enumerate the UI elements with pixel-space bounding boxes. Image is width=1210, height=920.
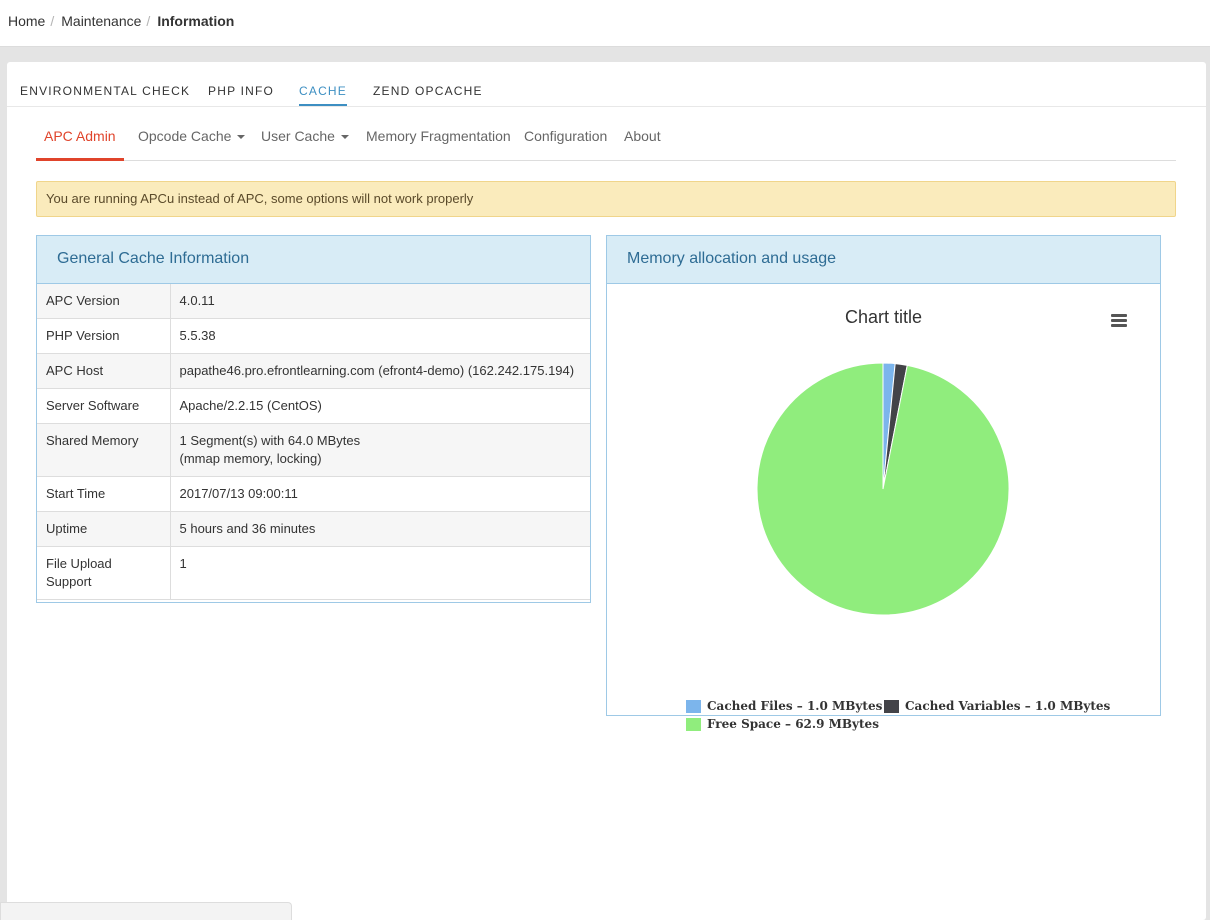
row-key: Start Time [37, 476, 171, 512]
alert-text: You are running APCu instead of APC, som… [46, 191, 474, 206]
row-value: 1 Segment(s) with 64.0 MBytes (mmap memo… [170, 423, 590, 477]
breadcrumb-separator: / [146, 13, 151, 29]
row-key: Server Software [37, 388, 171, 424]
table-row: Server Software Apache/2.2.15 (CentOS) [37, 388, 590, 424]
panel-title: Memory allocation and usage [607, 236, 1160, 284]
subtab-label: About [624, 128, 661, 144]
main-card: ENVIRONMENTAL CHECK PHP INFO CACHE ZEND … [7, 62, 1206, 920]
pie-slice-free-space[interactable] [756, 362, 1010, 616]
subtab-about[interactable]: About [616, 118, 669, 161]
row-key: APC Version [37, 284, 171, 319]
caret-down-icon [237, 135, 246, 139]
legend-item-cached-variables[interactable]: Cached Variables – 1.0 MBytes [884, 699, 1110, 713]
pie-chart [756, 362, 1010, 616]
legend-swatch [686, 699, 701, 713]
breadcrumb-home[interactable]: Home [8, 13, 45, 29]
subtab-label: User Cache [261, 128, 335, 144]
breadcrumb-separator: / [50, 13, 55, 29]
panel-title: General Cache Information [37, 236, 590, 284]
subtab-label: APC Admin [44, 128, 116, 144]
row-key: Shared Memory [37, 423, 171, 477]
row-value-line: 1 Segment(s) with 64.0 MBytes [179, 433, 361, 448]
breadcrumb: Home / Maintenance / Information [8, 13, 234, 29]
legend-item-free-space[interactable]: Free Space – 62.9 MBytes [686, 717, 879, 731]
legend-label: Cached Files – 1.0 MBytes [707, 699, 883, 713]
breadcrumb-current: Information [157, 13, 235, 29]
row-value: papathe46.pro.efrontlearning.com (efront… [170, 353, 590, 389]
row-key: Uptime [37, 511, 171, 547]
row-value: 2017/07/13 09:00:11 [170, 476, 590, 512]
table-row: APC Host papathe46.pro.efrontlearning.co… [37, 353, 590, 389]
subtab-configuration[interactable]: Configuration [516, 118, 615, 161]
table-row: Shared Memory 1 Segment(s) with 64.0 MBy… [37, 423, 590, 477]
legend-item-cached-files[interactable]: Cached Files – 1.0 MBytes [686, 699, 882, 713]
top-bar: Home / Maintenance / Information [0, 0, 1210, 47]
subtab-label: Memory Fragmentation [366, 128, 511, 144]
row-value: 5 hours and 36 minutes [170, 511, 590, 547]
apcu-warning-alert: You are running APCu instead of APC, som… [36, 181, 1176, 217]
legend-swatch [686, 717, 701, 731]
bottom-status-tab [0, 902, 292, 920]
row-value: 1 [170, 546, 590, 600]
legend-label: Cached Variables – 1.0 MBytes [905, 699, 1111, 713]
subtab-opcode-cache[interactable]: Opcode Cache [130, 118, 253, 161]
subtab-label: Opcode Cache [138, 128, 232, 144]
tab-zend-opcache[interactable]: ZEND OPCACHE [373, 84, 483, 104]
sub-tabs: APC Admin Opcode Cache User Cache Memory… [36, 118, 1176, 161]
top-tabs: ENVIRONMENTAL CHECK PHP INFO CACHE ZEND … [7, 62, 1206, 107]
row-value: Apache/2.2.15 (CentOS) [170, 388, 590, 424]
subtab-label: Configuration [524, 128, 608, 144]
table-row: APC Version 4.0.11 [37, 284, 590, 319]
tab-php-info[interactable]: PHP INFO [208, 84, 274, 104]
table-row: Start Time 2017/07/13 09:00:11 [37, 476, 590, 512]
legend-label: Free Space – 62.9 MBytes [707, 717, 879, 731]
row-key: APC Host [37, 353, 171, 389]
row-key: PHP Version [37, 318, 171, 354]
row-value: 4.0.11 [170, 284, 590, 319]
row-key: File Upload Support [37, 546, 171, 600]
table-row: Uptime 5 hours and 36 minutes [37, 511, 590, 547]
tab-environmental-check[interactable]: ENVIRONMENTAL CHECK [20, 84, 190, 104]
memory-usage-panel: Memory allocation and usage Chart title … [606, 235, 1161, 731]
general-info-table: APC Version 4.0.11 PHP Version 5.5.38 AP… [37, 284, 590, 600]
breadcrumb-maintenance[interactable]: Maintenance [61, 13, 141, 29]
tab-cache[interactable]: CACHE [299, 84, 348, 106]
subtab-apc-admin[interactable]: APC Admin [36, 118, 124, 161]
table-row: File Upload Support 1 [37, 546, 590, 600]
table-row: PHP Version 5.5.38 [37, 318, 590, 354]
row-value-line: (mmap memory, locking) [179, 451, 322, 466]
legend-swatch [884, 699, 899, 713]
row-value: 5.5.38 [170, 318, 590, 354]
subtab-memory-fragmentation[interactable]: Memory Fragmentation [358, 118, 519, 161]
subtab-user-cache[interactable]: User Cache [253, 118, 357, 161]
caret-down-icon [340, 135, 349, 139]
general-cache-info-panel: General Cache Information APC Version 4.… [36, 235, 591, 603]
